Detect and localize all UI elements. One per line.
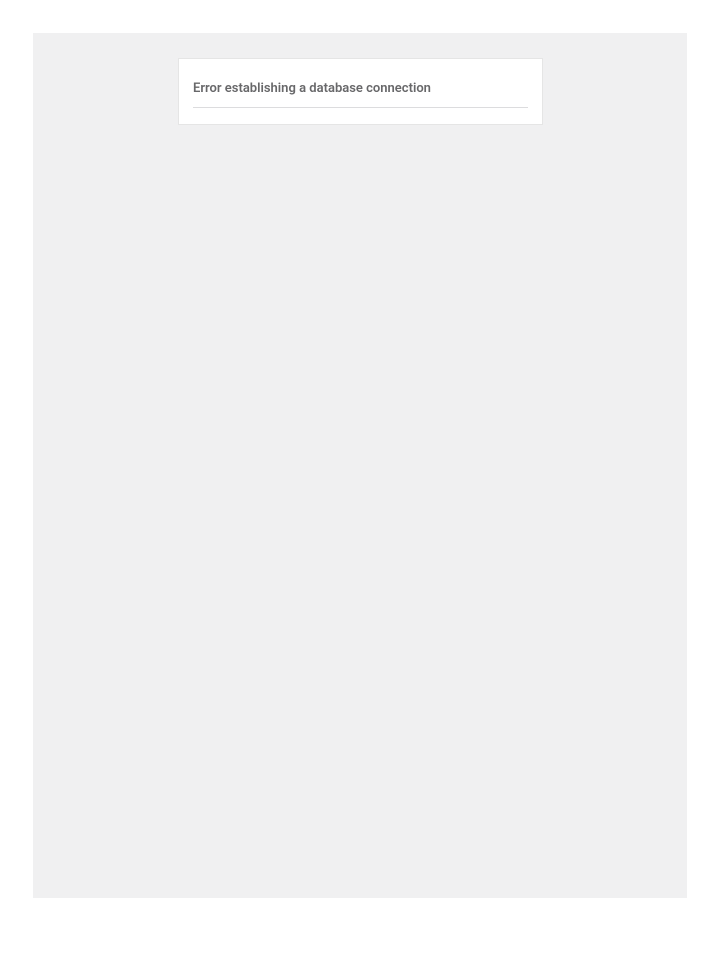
error-title: Error establishing a database connection	[193, 81, 528, 108]
error-box: Error establishing a database connection	[178, 58, 543, 125]
page-container: Error establishing a database connection	[33, 33, 687, 898]
